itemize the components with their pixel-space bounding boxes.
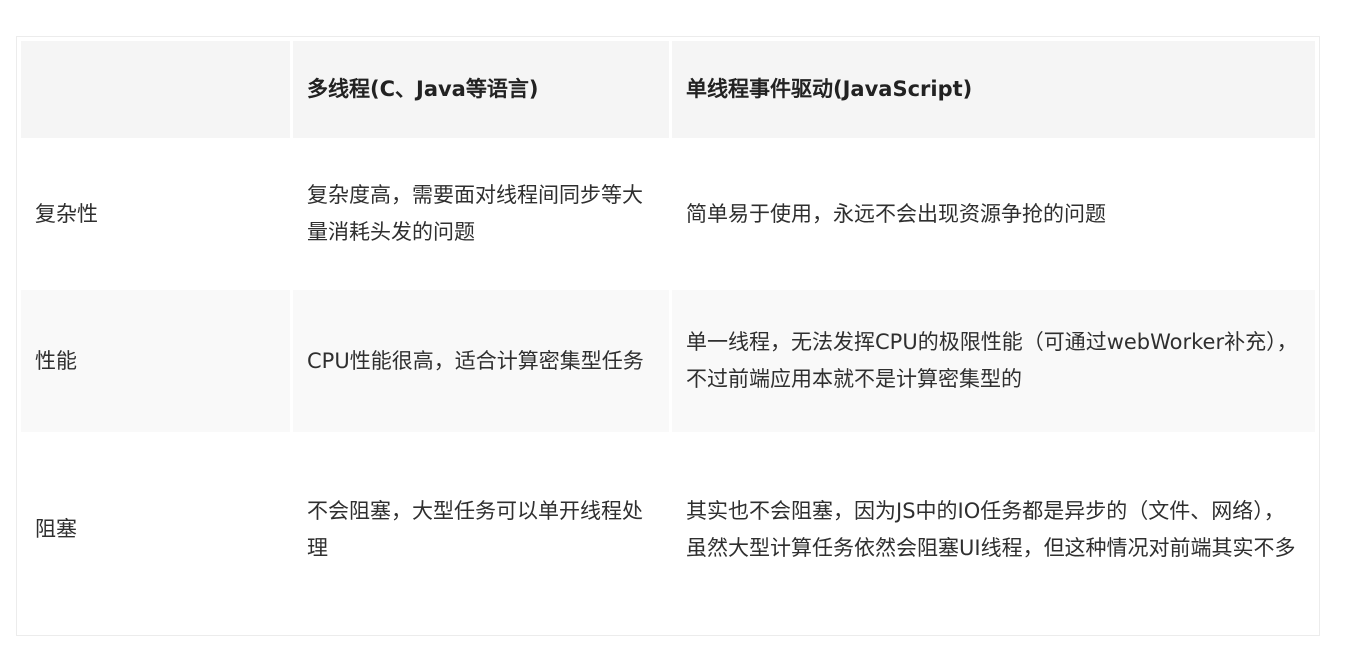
table-header-row: 多线程(C、Java等语言) 单线程事件驱动(JavaScript): [21, 41, 1315, 138]
cell-blocking-multi-thread: 不会阻塞，大型任务可以单开线程处理: [293, 432, 672, 627]
cell-performance-multi-thread: CPU性能很高，适合计算密集型任务: [293, 290, 672, 432]
cell-blocking-single-thread: 其实也不会阻塞，因为JS中的IO任务都是异步的（文件、网络），虽然大型计算任务依…: [672, 432, 1315, 627]
table-row-complexity: 复杂性 复杂度高，需要面对线程间同步等大量消耗头发的问题 简单易于使用，永远不会…: [21, 138, 1315, 290]
header-cell-single-thread: 单线程事件驱动(JavaScript): [672, 41, 1315, 138]
header-cell-multi-thread: 多线程(C、Java等语言): [293, 41, 672, 138]
cell-performance-single-thread: 单一线程，无法发挥CPU的极限性能（可通过webWorker补充），不过前端应用…: [672, 290, 1315, 432]
header-cell-empty: [21, 41, 293, 138]
row-label-performance: 性能: [21, 290, 293, 432]
table-row-performance: 性能 CPU性能很高，适合计算密集型任务 单一线程，无法发挥CPU的极限性能（可…: [21, 290, 1315, 432]
table-row-blocking: 阻塞 不会阻塞，大型任务可以单开线程处理 其实也不会阻塞，因为JS中的IO任务都…: [21, 432, 1315, 627]
row-label-complexity: 复杂性: [21, 138, 293, 290]
cell-complexity-multi-thread: 复杂度高，需要面对线程间同步等大量消耗头发的问题: [293, 138, 672, 290]
comparison-table-container: 多线程(C、Java等语言) 单线程事件驱动(JavaScript) 复杂性 复…: [16, 36, 1320, 636]
row-label-blocking: 阻塞: [21, 432, 293, 627]
cell-complexity-single-thread: 简单易于使用，永远不会出现资源争抢的问题: [672, 138, 1315, 290]
comparison-table: 多线程(C、Java等语言) 单线程事件驱动(JavaScript) 复杂性 复…: [21, 41, 1315, 627]
